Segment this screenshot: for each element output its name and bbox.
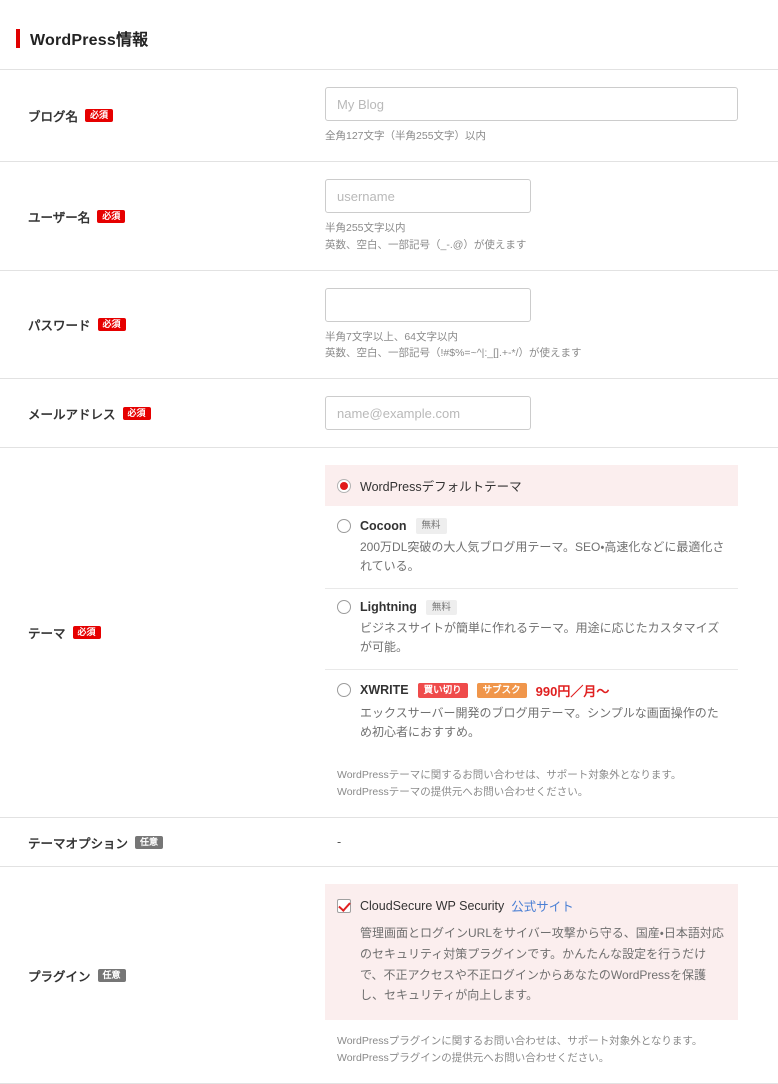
theme-option-list: WordPressデフォルトテーマ Cocoon 無料 200万DL突破の大人気… <box>325 465 738 753</box>
theme-option-header: WordPressデフォルトテーマ <box>337 476 726 495</box>
theme-option-name: Lightning <box>360 600 417 615</box>
page-title: WordPress情報 <box>16 26 778 50</box>
label-text: ブログ名 <box>28 110 79 125</box>
label-text: ユーザー名 <box>28 210 91 225</box>
username-hint-line-2: 英数、空白、一部記号（_-.@）が使えます <box>325 238 527 251</box>
theme-option-name: XWRITE <box>360 683 409 698</box>
form-rows: ブログ名 必須 全角127文字（半角255文字）以内 ユーザー名 必須 半角25… <box>0 69 778 1084</box>
row-plugin: プラグイン 任意 CloudSecure WP Security 公式サイト 管… <box>0 866 778 1084</box>
checkbox-icon[interactable] <box>337 898 351 913</box>
price-tag-free: 無料 <box>415 518 447 534</box>
theme-option-description: 200万DL突破の大人気ブログ用テーマ。SEO・高速化などに最適化されている。 <box>360 539 725 574</box>
field-blog-name: 全角127文字（半角255文字）以内 <box>325 70 778 161</box>
radio-icon[interactable] <box>337 519 351 534</box>
email-input[interactable] <box>325 396 531 431</box>
theme-option-header: Cocoon 無料 <box>337 518 726 534</box>
field-plugin: CloudSecure WP Security 公式サイト 管理画面とログインU… <box>325 867 778 1083</box>
label-email: メールアドレス 必須 <box>0 379 325 447</box>
label-username: ユーザー名 必須 <box>0 162 325 270</box>
label-password: パスワード 必須 <box>0 271 325 379</box>
price-tag-onetime: 買い切り <box>417 682 468 699</box>
field-username: 半角255文字以内 英数、空白、一部記号（_-.@）が使えます <box>325 162 778 270</box>
theme-option-cocoon[interactable]: Cocoon 無料 200万DL突破の大人気ブログ用テーマ。SEO・高速化などに… <box>325 506 738 587</box>
password-hint-line-1: 半角7文字以上、64文字以内 <box>325 330 459 343</box>
label-blog-name: ブログ名 必須 <box>0 70 325 161</box>
title-text: WordPress情報 <box>30 32 149 49</box>
blog-name-hint: 全角127文字（半角255文字）以内 <box>325 130 487 142</box>
label-plugin: プラグイン 任意 <box>0 867 325 1083</box>
password-input[interactable] <box>325 287 531 322</box>
required-badge: 必須 <box>97 209 126 223</box>
username-hint: 半角255文字以内 英数、空白、一部記号（_-.@）が使えます <box>325 220 738 253</box>
theme-note-line-1: WordPressテーマに関するお問い合わせは、サポート対象外となります。 <box>337 768 682 781</box>
optional-badge: 任意 <box>135 835 164 849</box>
label-text: メールアドレス <box>28 407 116 422</box>
plugin-card-cloudsecure[interactable]: CloudSecure WP Security 公式サイト 管理画面とログインU… <box>325 884 738 1020</box>
price-tag-free: 無料 <box>425 599 457 615</box>
theme-option-lightning[interactable]: Lightning 無料 ビジネスサイトが簡単に作れるテーマ。用途に応じたカスタ… <box>325 587 738 669</box>
plugin-note-line-2: WordPressプラグインの提供元へお問い合わせください。 <box>337 1051 610 1064</box>
plugin-note-line-1: WordPressプラグインに関するお問い合わせは、サポート対象外となります。 <box>337 1034 703 1047</box>
row-theme: テーマ 必須 WordPressデフォルトテーマ Cocoon 無料 200万D… <box>0 447 778 817</box>
username-input[interactable] <box>325 179 531 214</box>
price-text: 990円／月〜 <box>535 683 610 699</box>
optional-badge: 任意 <box>97 968 126 982</box>
price-tag-subscription: サブスク <box>476 682 527 699</box>
theme-option-header: Lightning 無料 <box>337 599 726 615</box>
row-theme-option: テーマオプション 任意 - <box>0 817 778 866</box>
plugin-name: CloudSecure WP Security <box>360 898 505 913</box>
label-theme: テーマ 必須 <box>0 448 325 817</box>
theme-option-header: XWRITE 買い切り サブスク 990円／月〜 <box>337 681 726 700</box>
required-badge: 必須 <box>72 626 101 640</box>
row-password: パスワード 必須 半角7文字以上、64文字以内 英数、空白、一部記号（!#$%=… <box>0 269 778 379</box>
field-theme: WordPressデフォルトテーマ Cocoon 無料 200万DL突破の大人気… <box>325 448 778 817</box>
field-theme-option: - <box>325 818 778 866</box>
theme-option-description: ビジネスサイトが簡単に作れるテーマ。用途に応じたカスタマイズが可能。 <box>360 620 720 655</box>
radio-icon[interactable] <box>337 600 351 615</box>
row-username: ユーザー名 必須 半角255文字以内 英数、空白、一部記号（_-.@）が使えます <box>0 161 778 270</box>
label-theme-option: テーマオプション 任意 <box>0 818 325 866</box>
row-email: メールアドレス 必須 <box>0 378 778 447</box>
official-site-link[interactable]: 公式サイト <box>511 896 574 915</box>
plugin-card-header: CloudSecure WP Security 公式サイト <box>337 896 726 915</box>
plugin-support-note: WordPressプラグインに関するお問い合わせは、サポート対象外となります。 … <box>325 1033 738 1067</box>
radio-icon[interactable] <box>337 683 351 698</box>
plugin-description: 管理画面とログインURLをサイバー攻撃から守る、国産・日本語対応のセキュリティ対… <box>360 926 724 1003</box>
title-accent-bar <box>16 28 20 48</box>
required-badge: 必須 <box>122 406 151 420</box>
theme-option-wordpress-default[interactable]: WordPressデフォルトテーマ <box>325 465 738 507</box>
field-password: 半角7文字以上、64文字以内 英数、空白、一部記号（!#$%=~^|:_[].+… <box>325 271 778 379</box>
radio-icon[interactable] <box>337 478 351 493</box>
required-badge: 必須 <box>85 109 114 123</box>
theme-option-name: WordPressデフォルトテーマ <box>360 480 522 495</box>
wordpress-info-form: WordPress情報 ブログ名 必須 全角127文字（半角255文字）以内 ユ… <box>0 26 778 1084</box>
label-text: テーマオプション <box>28 836 129 851</box>
theme-support-note: WordPressテーマに関するお問い合わせは、サポート対象外となります。 Wo… <box>325 767 738 801</box>
label-text: パスワード <box>28 319 91 334</box>
label-text: プラグイン <box>28 969 91 984</box>
required-badge: 必須 <box>97 318 126 332</box>
password-hint-line-2: 英数、空白、一部記号（!#$%=~^|:_[].+-*/）が使えます <box>325 347 582 360</box>
username-hint-line-1: 半角255文字以内 <box>325 222 406 235</box>
theme-option-name: Cocoon <box>360 519 407 534</box>
theme-option-xwrite[interactable]: XWRITE 買い切り サブスク 990円／月〜 エックスサーバー開発のブログ用… <box>325 668 738 754</box>
label-text: テーマ <box>28 627 66 642</box>
password-hint: 半角7文字以上、64文字以内 英数、空白、一部記号（!#$%=~^|:_[].+… <box>325 329 738 362</box>
theme-note-line-2: WordPressテーマの提供元へお問い合わせください。 <box>337 785 589 798</box>
theme-option-value: - <box>337 835 342 850</box>
blog-name-input[interactable] <box>325 87 738 121</box>
field-email <box>325 379 778 447</box>
row-blog-name: ブログ名 必須 全角127文字（半角255文字）以内 <box>0 69 778 161</box>
theme-option-description: エックスサーバー開発のブログ用テーマ。シンプルな画面操作のため初心者におすすめ。 <box>360 705 719 740</box>
